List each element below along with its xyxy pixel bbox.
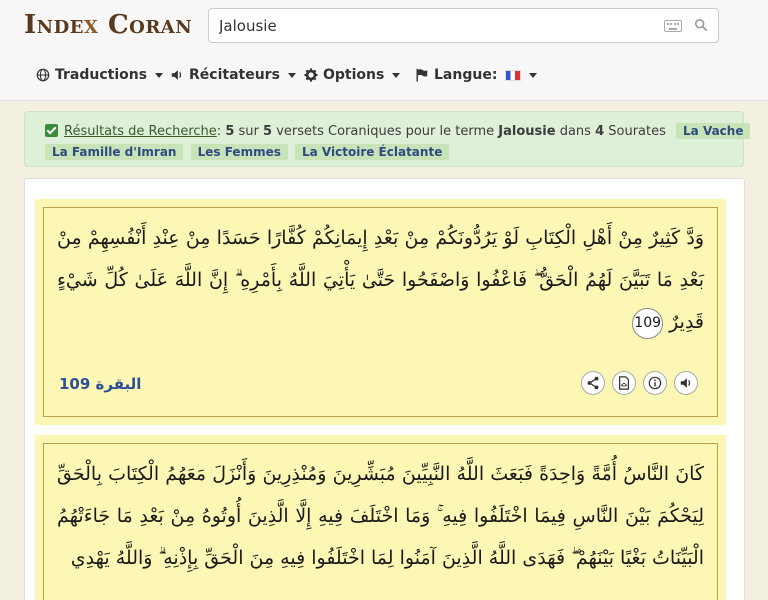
- search-box: [208, 8, 719, 43]
- nav-options[interactable]: Options: [304, 64, 401, 86]
- verse-reference[interactable]: البقرة 109: [59, 375, 141, 393]
- keyboard-icon[interactable]: [664, 20, 682, 32]
- audio-icon: [680, 378, 691, 388]
- results-verses-text: versets Coraniques pour le terme: [276, 124, 495, 139]
- verse-text: وَدَّ كَثِيرٌ مِنْ أَهْلِ الْكِتَابِ لَو…: [57, 217, 704, 343]
- results-sur: sur: [238, 124, 259, 139]
- results-total: 5: [263, 124, 273, 139]
- nav-options-label: Options: [323, 67, 385, 83]
- info-button[interactable]: [643, 371, 667, 395]
- nav-reciters[interactable]: Récitateurs: [170, 64, 296, 86]
- pdf-button[interactable]: [612, 371, 636, 395]
- share-icon: [587, 376, 599, 390]
- logo-text-x: x: [83, 10, 99, 40]
- surah-tag[interactable]: La Famille d'Imran: [45, 144, 184, 160]
- chevron-down-icon: [155, 72, 164, 78]
- volume-icon: [171, 70, 182, 80]
- nav-language-label: Langue:: [434, 67, 498, 83]
- header: Index Coran Traductions Récitateurs Opti…: [0, 0, 768, 101]
- chevron-down-icon: [392, 72, 401, 78]
- results-dans: dans: [559, 124, 591, 139]
- search-input[interactable]: [219, 15, 649, 37]
- results-panel: وَدَّ كَثِيرٌ مِنْ أَهْلِ الْكِتَابِ لَو…: [24, 178, 745, 600]
- ayah-number: 109: [632, 307, 664, 339]
- globe-icon: [36, 68, 50, 82]
- nav-translations-label: Traductions: [55, 67, 148, 83]
- verse-arabic-text: وَدَّ كَثِيرٌ مِنْ أَهْلِ الْكِتَابِ لَو…: [57, 227, 704, 333]
- verse-card: وَدَّ كَثِيرٌ مِنْ أَهْلِ الْكِتَابِ لَو…: [35, 199, 726, 425]
- search-results-alert: Résultats de Recherche: 5 sur 5 versets …: [24, 111, 751, 167]
- results-link[interactable]: Résultats de Recherche: [64, 124, 217, 139]
- nav-language[interactable]: Langue:: [415, 64, 538, 86]
- surah-tag[interactable]: La Vache: [676, 123, 751, 139]
- gear-icon: [304, 68, 318, 82]
- french-flag-icon: [505, 69, 522, 81]
- search-icon[interactable]: [694, 18, 708, 32]
- nav-reciters-label: Récitateurs: [189, 67, 280, 83]
- verse-actions: [581, 371, 698, 395]
- share-button[interactable]: [581, 371, 605, 395]
- logo-text-1: Inde: [24, 10, 84, 40]
- verse-text: كَانَ النَّاسُ أُمَّةً وَاحِدَةً فَبَعَث…: [57, 453, 704, 579]
- flag-icon: [416, 68, 428, 82]
- logo-text-2: Coran: [98, 10, 193, 40]
- verse-arabic-text: كَانَ النَّاسُ أُمَّةً وَاحِدَةً فَبَعَث…: [57, 463, 704, 569]
- site-logo[interactable]: Index Coran: [24, 10, 192, 40]
- chevron-down-icon: [529, 72, 538, 78]
- info-icon: [648, 376, 662, 390]
- verse-card: كَانَ النَّاسُ أُمَّةً وَاحِدَةً فَبَعَث…: [35, 435, 726, 600]
- results-count: 5: [225, 124, 235, 139]
- results-term: Jalousie: [498, 124, 556, 139]
- results-colon: :: [216, 124, 222, 139]
- results-surahs-word: Sourates: [608, 124, 666, 139]
- play-audio-button[interactable]: [674, 371, 698, 395]
- checkbox-icon: [45, 124, 58, 137]
- surah-tag[interactable]: Les Femmes: [190, 144, 288, 160]
- nav-translations[interactable]: Traductions: [36, 64, 164, 86]
- chevron-down-icon: [287, 72, 296, 78]
- pdf-icon: [619, 376, 629, 390]
- surah-tag[interactable]: La Victoire Éclatante: [295, 144, 450, 160]
- results-surah-count: 4: [595, 124, 605, 139]
